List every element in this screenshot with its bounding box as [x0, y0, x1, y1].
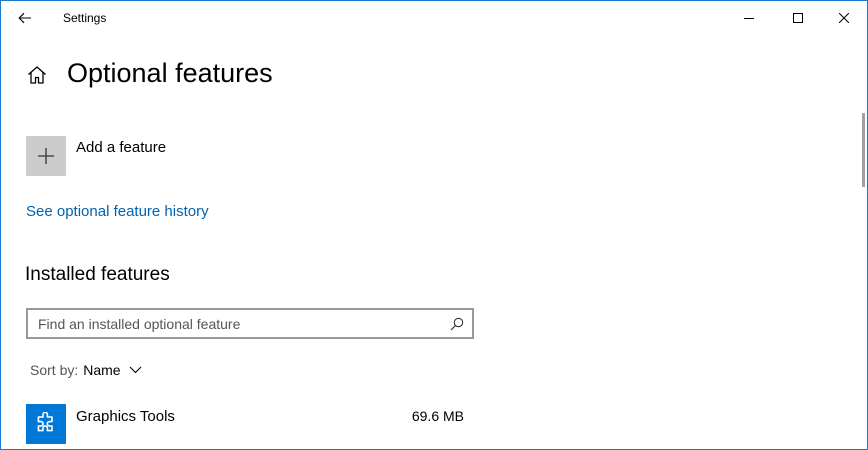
feature-name: Graphics Tools	[76, 408, 175, 425]
search-input[interactable]	[28, 310, 442, 337]
puzzle-piece-icon	[37, 412, 53, 432]
app-title: Settings	[63, 11, 107, 25]
maximize-icon	[793, 13, 803, 23]
feature-size: 69.6 MB	[411, 408, 464, 424]
add-feature-label: Add a feature	[76, 139, 167, 156]
close-icon	[839, 13, 849, 23]
close-button[interactable]	[821, 1, 867, 35]
sort-value: Name	[83, 362, 121, 378]
scrollbar-thumb[interactable]	[862, 113, 865, 187]
page-title: Optional features	[67, 58, 273, 88]
sort-chevron	[129, 366, 142, 374]
sort-dropdown[interactable]: Sort by: Name	[30, 362, 142, 378]
list-item[interactable]: Graphics Tools 69.6 MB	[26, 404, 466, 446]
settings-window: Settings Optional features Add a feature…	[0, 0, 868, 450]
maximize-button[interactable]	[775, 1, 821, 35]
search-box	[26, 308, 474, 339]
minimize-icon	[744, 18, 754, 19]
feature-tile	[26, 404, 66, 444]
add-feature-button[interactable]: Add a feature	[26, 136, 166, 176]
home-button[interactable]	[26, 64, 48, 86]
title-bar: Settings	[1, 1, 867, 35]
add-feature-tile	[26, 136, 66, 176]
home-icon	[28, 66, 46, 84]
chevron-down-icon	[129, 366, 141, 374]
installed-features-heading: Installed features	[25, 264, 170, 285]
plus-icon	[38, 148, 54, 164]
arrow-left-icon	[18, 12, 31, 24]
search-icon	[450, 317, 464, 330]
sort-label: Sort by:	[30, 362, 79, 378]
optional-feature-history-link[interactable]: See optional feature history	[26, 203, 209, 220]
search-button[interactable]	[442, 310, 472, 337]
back-button[interactable]	[9, 4, 41, 32]
minimize-button[interactable]	[726, 1, 772, 35]
